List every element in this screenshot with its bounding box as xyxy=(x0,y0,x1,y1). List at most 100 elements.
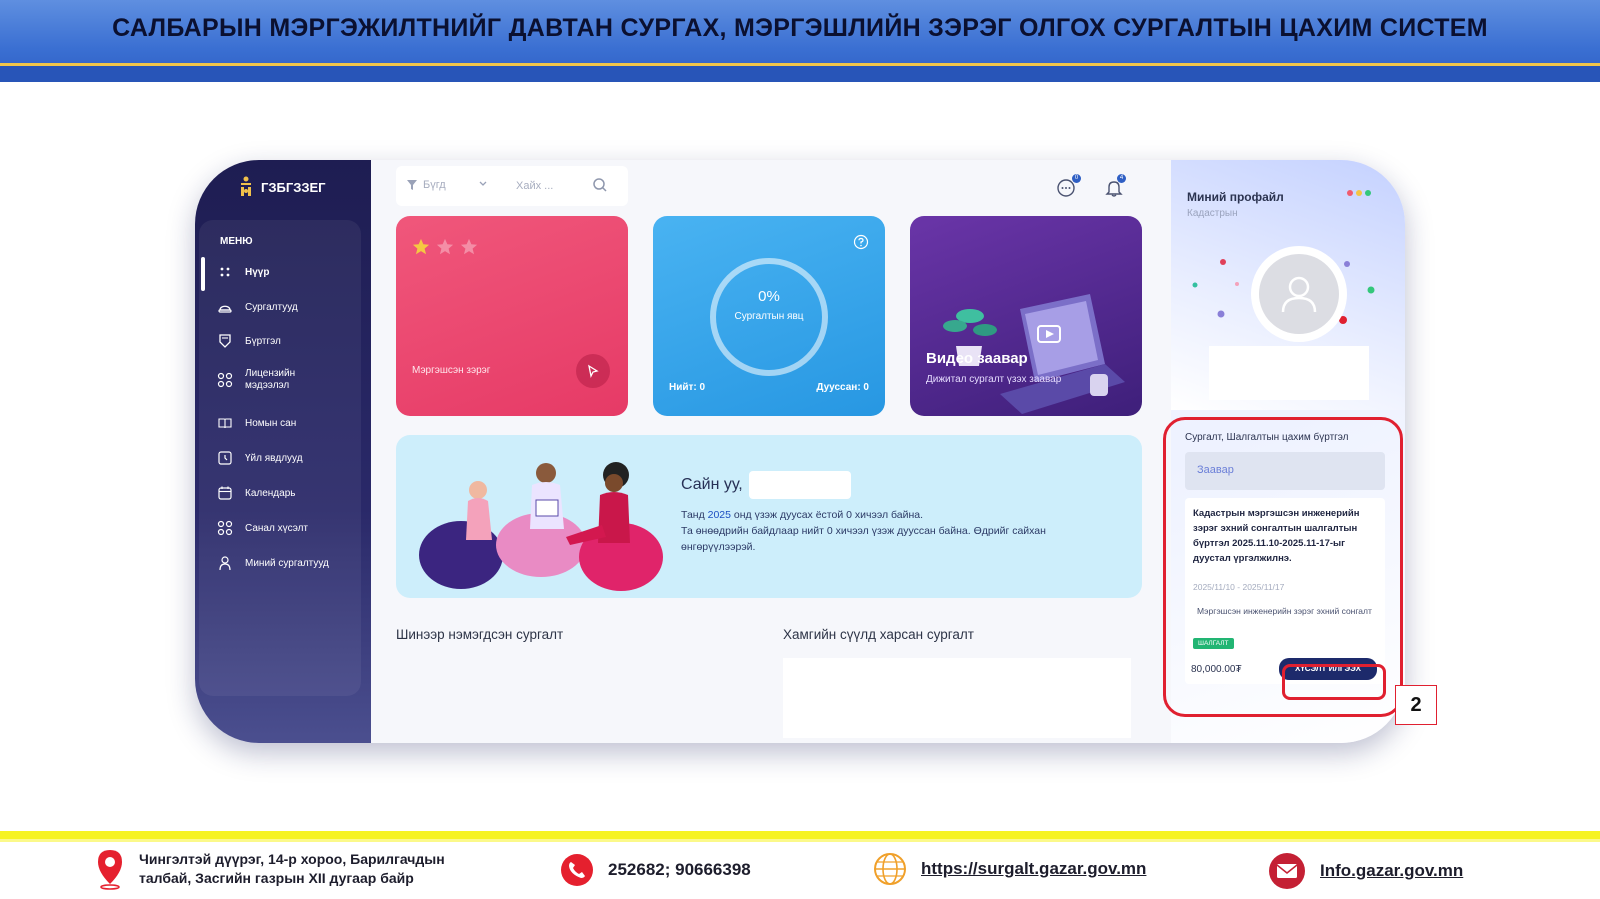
address-text: Чингэлтэй дүүрэг, 14-р хороо, Барилгачды… xyxy=(139,850,445,888)
footer-email: Info.gazar.gov.mn xyxy=(1268,852,1463,890)
sidebar-item-library[interactable]: Номын сан xyxy=(217,415,296,431)
profile-subtitle: Кадастрын xyxy=(1187,208,1238,219)
sidebar-item-home[interactable]: Нүүр xyxy=(217,264,269,280)
search-icon[interactable] xyxy=(592,177,608,193)
phone-icon xyxy=(561,854,593,886)
sidebar-item-label: Санал хүсэлт xyxy=(245,522,309,534)
main-content: Бүгд Хайх ... 0 4 Мэргэшсэн зэрэг 0% Сур… xyxy=(371,160,1171,743)
location-pin-icon xyxy=(98,850,122,890)
badge-icon xyxy=(217,333,233,349)
qualification-card[interactable]: Мэргэшсэн зэрэг xyxy=(396,216,628,416)
globe-icon xyxy=(874,853,906,885)
grid-dots-icon xyxy=(217,264,233,280)
video-guide-subtitle: Дижитал сургалт үзэх заавар xyxy=(926,374,1062,385)
soyombo-logo-icon xyxy=(241,176,251,196)
star-empty-icon xyxy=(460,238,478,255)
open-qualification-button[interactable] xyxy=(576,354,610,388)
apps-icon xyxy=(217,372,233,388)
cursor-icon xyxy=(588,364,599,378)
chat-badge: 0 xyxy=(1072,174,1081,183)
welcome-greeting: Сайн уу, xyxy=(681,471,851,499)
sidebar-item-label: Үйл явдлууд xyxy=(245,452,303,464)
welcome-message: Танд 2025 онд үзэж дуусах ёстой 0 хичээл… xyxy=(681,507,1081,555)
completed-count: Дууссан: 0 xyxy=(816,382,869,393)
sidebar-item-label: Номын сан xyxy=(245,417,297,429)
search-bar[interactable]: Бүгд Хайх ... xyxy=(396,166,628,206)
sidebar-item-my-courses[interactable]: Миний сургалтууд xyxy=(217,555,329,571)
welcome-line-2: Та өнөөдрийн байдлаар нийт 0 хичээл үзэж… xyxy=(681,525,1046,553)
welcome-line-1: Танд 2025 онд үзэж дуусах ёстой 0 хичээл… xyxy=(681,507,1081,523)
filter-label: Бүгд xyxy=(423,179,446,191)
filter-icon xyxy=(407,180,417,190)
qualification-label: Мэргэшсэн зэрэг xyxy=(412,365,491,376)
user-icon xyxy=(217,555,233,571)
sidebar-item-license[interactable]: Лицензийн мэдээлэл xyxy=(217,368,305,392)
line1-year: 2025 xyxy=(707,509,731,521)
video-guide-title: Видео заавар xyxy=(926,350,1028,367)
sidebar-item-registration[interactable]: Бүртгэл xyxy=(217,333,281,349)
footer-website: https://surgalt.gazar.gov.mn xyxy=(873,852,1146,886)
chat-button[interactable]: 0 xyxy=(1056,174,1081,198)
footer-bar xyxy=(0,831,1600,839)
banner-bottom-strip xyxy=(0,66,1600,82)
rating-stars xyxy=(412,238,478,256)
sidebar-item-label: Миний сургалтууд xyxy=(245,557,329,569)
avatar[interactable] xyxy=(1251,246,1347,342)
help-icon[interactable] xyxy=(853,234,869,250)
active-indicator xyxy=(201,257,205,291)
button-highlight-outline xyxy=(1282,664,1386,700)
window-dots-icon xyxy=(1347,190,1371,196)
footer-phone: 252682; 90666398 xyxy=(560,853,751,887)
step-callout: 2 xyxy=(1395,685,1437,725)
user-avatar-icon xyxy=(1281,276,1317,313)
notification-button[interactable]: 4 xyxy=(1104,174,1128,198)
filter-dropdown[interactable]: Бүгд xyxy=(406,179,446,191)
progress-card[interactable]: 0% Сургалтын явц Нийт: 0 Дууссан: 0 xyxy=(653,216,885,416)
sidebar-item-label: Нүүр xyxy=(245,266,270,278)
video-guide-card[interactable]: Видео заавар Дижитал сургалт үзэх заавар xyxy=(910,216,1142,416)
sidebar-item-label: Сургалтууд xyxy=(245,301,298,313)
footer-bar-light xyxy=(0,839,1600,842)
website-link[interactable]: https://surgalt.gazar.gov.mn xyxy=(921,859,1146,879)
sidebar-item-label: Лицензийн мэдээлэл xyxy=(245,368,296,391)
email-icon xyxy=(1269,853,1305,889)
welcome-banner: Сайн уу, Танд 2025 онд үзэж дуусах ёстой… xyxy=(396,435,1142,598)
line1-pre: Танд xyxy=(681,509,708,521)
sidebar-item-events[interactable]: Үйл явдлууд xyxy=(217,450,303,466)
notification-badge: 4 xyxy=(1117,174,1126,183)
sidebar-item-feedback[interactable]: Санал хүсэлт xyxy=(217,520,308,536)
greeting-text: Сайн уу, xyxy=(681,476,743,493)
app-logo[interactable]: ГЗБГЗЗЕГ xyxy=(239,176,326,198)
line1-post: онд үзэж дуусах ёстой 0 хичээл байна. xyxy=(730,509,924,521)
star-filled-icon xyxy=(412,238,430,255)
menu-heading: МЕНЮ xyxy=(220,236,253,247)
laptop-plant-illustration xyxy=(943,294,1125,414)
address-line-2: талбай, Засгийн газрын XII дугаар байр xyxy=(139,870,414,886)
profile-name-box xyxy=(1209,346,1369,400)
event-icon xyxy=(217,450,233,466)
feedback-icon xyxy=(217,520,233,536)
calendar-icon xyxy=(217,485,233,501)
total-count: Нийт: 0 xyxy=(669,382,706,393)
chevron-down-icon xyxy=(479,181,487,186)
phone-text: 252682; 90666398 xyxy=(608,860,751,879)
profile-title: Миний профайл xyxy=(1187,190,1284,204)
recent-courses-heading: Хамгийн сүүлд харсан сургалт xyxy=(783,627,974,642)
email-link[interactable]: Info.gazar.gov.mn xyxy=(1320,861,1463,881)
star-empty-icon xyxy=(436,238,454,255)
new-courses-heading: Шинээр нэмэгдсэн сургалт xyxy=(396,627,564,642)
progress-label: Сургалтын явц xyxy=(734,311,804,322)
progress-percent: 0% xyxy=(758,288,780,305)
book-icon xyxy=(217,415,233,431)
search-input[interactable]: Хайх ... xyxy=(516,180,553,192)
people-chatting-illustration xyxy=(419,462,663,591)
logo-text: ГЗБГЗЗЕГ xyxy=(261,179,326,195)
sidebar: ГЗБГЗЗЕГ МЕНЮ Нүүр Сургалтууд Бүртгэл Ли… xyxy=(195,160,371,743)
hat-icon xyxy=(217,299,233,315)
username-placeholder xyxy=(748,471,851,499)
sidebar-item-calendar[interactable]: Календарь xyxy=(217,485,295,501)
sidebar-item-courses[interactable]: Сургалтууд xyxy=(217,299,298,315)
page-title: САЛБАРЫН МЭРГЭЖИЛТНИЙГ ДАВТАН СУРГАХ, МЭ… xyxy=(112,14,1488,42)
sidebar-item-label: Календарь xyxy=(245,487,296,499)
sidebar-item-label: Бүртгэл xyxy=(245,335,281,347)
